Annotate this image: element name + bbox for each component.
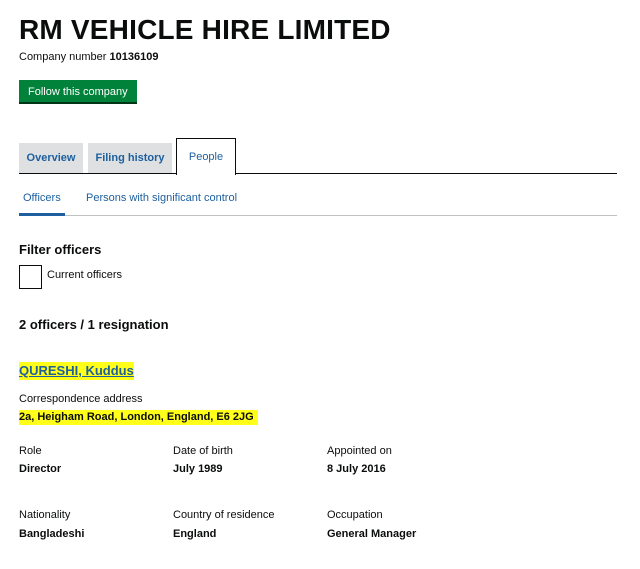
officer-name-link[interactable]: QURESHI, Kuddus: [19, 362, 134, 380]
nationality-value: Bangladeshi: [19, 528, 85, 540]
current-officers-checkbox[interactable]: [19, 265, 42, 289]
tab-people[interactable]: People: [176, 138, 236, 175]
nationality-label: Nationality: [19, 509, 71, 521]
filter-officers-heading: Filter officers: [19, 242, 102, 257]
date-of-birth-value: July 1989: [173, 463, 223, 475]
company-number-label: Company number: [19, 51, 107, 63]
appointed-on-label: Appointed on: [327, 445, 392, 457]
role-label: Role: [19, 445, 42, 457]
occupation-label: Occupation: [327, 509, 383, 521]
company-tabs: Overview Filing history People: [19, 138, 617, 175]
role-value: Director: [19, 463, 62, 475]
follow-company-button[interactable]: Follow this company: [19, 80, 137, 104]
country-of-residence-label: Country of residence: [173, 509, 275, 521]
officer-count: 2 officers / 1 resignation: [19, 317, 169, 332]
company-number: Company number 10136109: [19, 51, 158, 63]
tab-overview[interactable]: Overview: [19, 143, 83, 173]
subnav-persons-significant-control[interactable]: Persons with significant control: [86, 180, 237, 215]
correspondence-address-value: 2a, Heigham Road, London, England, E6 2J…: [19, 410, 258, 425]
correspondence-address-label: Correspondence address: [19, 393, 143, 405]
company-number-value: 10136109: [109, 51, 159, 63]
company-name: RM VEHICLE HIRE LIMITED: [19, 14, 391, 45]
country-of-residence-value: England: [173, 528, 217, 540]
people-subnav: Officers Persons with significant contro…: [19, 180, 617, 216]
subnav-officers[interactable]: Officers: [19, 180, 65, 216]
tab-filing-history[interactable]: Filing history: [88, 143, 172, 173]
date-of-birth-label: Date of birth: [173, 445, 233, 457]
current-officers-label[interactable]: Current officers: [47, 269, 122, 281]
appointed-on-value: 8 July 2016: [327, 463, 386, 475]
occupation-value: General Manager: [327, 528, 417, 540]
